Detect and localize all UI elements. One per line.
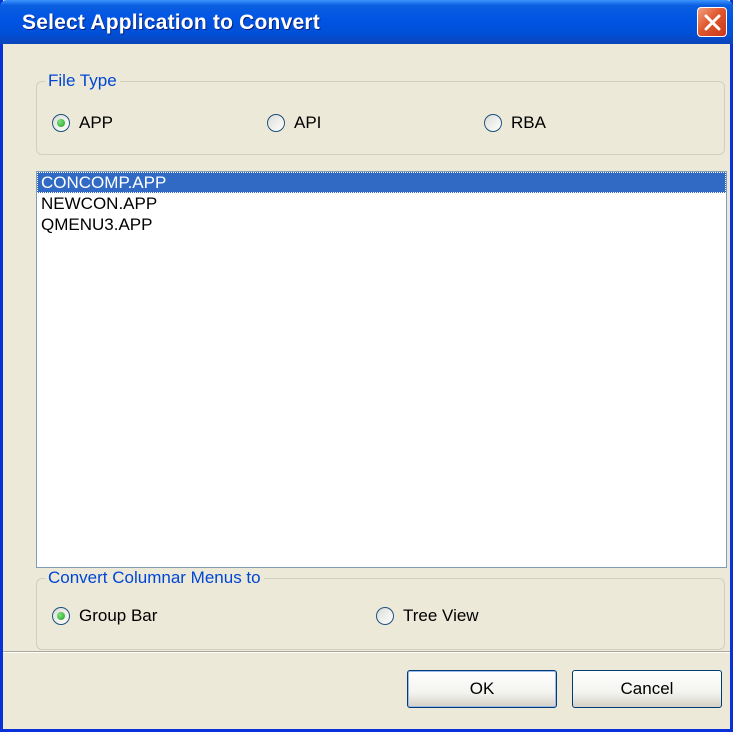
- radio-api-indicator[interactable]: [267, 114, 285, 132]
- radio-group-bar-indicator[interactable]: [52, 607, 70, 625]
- radio-group-bar-label: Group Bar: [79, 606, 158, 625]
- convert-menus-legend: Convert Columnar Menus to: [48, 568, 261, 587]
- list-item[interactable]: CONCOMP.APP: [37, 172, 726, 193]
- list-item[interactable]: QMENU3.APP: [37, 214, 726, 235]
- file-list[interactable]: CONCOMP.APP NEWCON.APP QMENU3.APP: [36, 171, 727, 568]
- radio-group-bar[interactable]: Group Bar: [52, 606, 157, 626]
- radio-rba-label: RBA: [511, 113, 546, 132]
- radio-tree-view-indicator[interactable]: [376, 607, 394, 625]
- radio-app-label: APP: [79, 113, 114, 132]
- ok-button[interactable]: OK: [407, 670, 557, 708]
- radio-app[interactable]: APP: [52, 113, 113, 133]
- close-button[interactable]: [697, 7, 727, 37]
- radio-tree-view[interactable]: Tree View: [376, 606, 479, 626]
- radio-api-label: API: [294, 113, 322, 132]
- close-icon: [704, 14, 721, 31]
- file-type-group: File Type: [36, 71, 725, 155]
- dialog-window: Select Application to Convert File Type …: [0, 0, 733, 732]
- radio-api[interactable]: API: [267, 113, 321, 133]
- cancel-button[interactable]: Cancel: [572, 670, 722, 708]
- list-item[interactable]: NEWCON.APP: [37, 193, 726, 214]
- file-type-legend: File Type: [48, 71, 117, 90]
- radio-rba-indicator[interactable]: [484, 114, 502, 132]
- radio-app-indicator[interactable]: [52, 114, 70, 132]
- dialog-title: Select Application to Convert: [22, 11, 320, 34]
- radio-tree-view-label: Tree View: [403, 606, 479, 625]
- footer-separator: [3, 651, 730, 653]
- radio-rba[interactable]: RBA: [484, 113, 546, 133]
- title-bar[interactable]: Select Application to Convert: [0, 0, 733, 44]
